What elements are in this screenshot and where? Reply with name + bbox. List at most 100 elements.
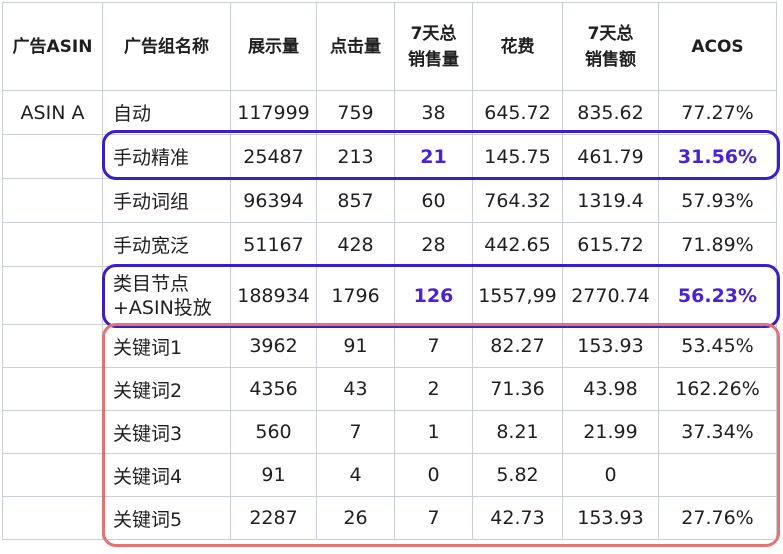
header-clicks: 点击量 (316, 2, 395, 91)
cell-acos: 77.27% (658, 90, 777, 135)
table-row: 关键词2 4356 43 2 71.36 43.98 162.26% (2, 367, 777, 411)
table-row: 手动词组 96394 857 60 764.32 1319.4 57.93% (2, 178, 777, 223)
table-row: 关键词4 91 4 0 5.82 0 (2, 453, 777, 497)
cell-ad-group: 自动 (102, 90, 231, 135)
table-row: 手动宽泛 51167 428 28 442.65 615.72 71.89% (2, 222, 777, 267)
cell-clicks: 857 (316, 178, 395, 223)
header-impressions: 展示量 (230, 2, 317, 91)
cell-units: 7 (394, 496, 473, 540)
cell-spend: 764.32 (472, 178, 563, 223)
cell-sales: 0 (562, 453, 659, 497)
cell-ad-group: 关键词5 (102, 496, 231, 540)
header-ad-group-name: 广告组名称 (102, 2, 231, 91)
cell-units-highlight: 126 (394, 266, 473, 325)
cell-units: 7 (394, 324, 473, 368)
cell-asin (2, 453, 103, 497)
cell-ad-group: 类目节点 +ASIN投放 (102, 266, 231, 325)
cell-ad-group: 手动词组 (102, 178, 231, 223)
table-row: 关键词5 2287 26 7 42.73 153.93 27.76% (2, 496, 777, 540)
cell-sales: 1319.4 (562, 178, 659, 223)
cell-ad-group: 关键词1 (102, 324, 231, 368)
cell-spend: 5.82 (472, 453, 563, 497)
header-7day-units: 7天总 销售量 (394, 2, 473, 91)
header-7day-sales: 7天总 销售额 (562, 2, 659, 91)
cell-asin (2, 410, 103, 454)
cell-acos: 53.45% (658, 324, 777, 368)
cell-asin (2, 367, 103, 411)
cell-clicks: 213 (316, 134, 395, 179)
cell-impressions: 188934 (230, 266, 317, 325)
cell-acos (658, 453, 777, 497)
cell-clicks: 428 (316, 222, 395, 267)
cell-units-highlight: 21 (394, 134, 473, 179)
cell-ad-group: 关键词2 (102, 367, 231, 411)
cell-acos: 57.93% (658, 178, 777, 223)
cell-clicks: 26 (316, 496, 395, 540)
table-row: 关键词3 560 7 1 8.21 21.99 37.34% (2, 410, 777, 454)
cell-clicks: 4 (316, 453, 395, 497)
table-row: 关键词1 3962 91 7 82.27 153.93 53.45% (2, 324, 777, 368)
cell-impressions: 3962 (230, 324, 317, 368)
table-row: 手动精准 25487 213 21 145.75 461.79 31.56% (2, 134, 777, 179)
cell-asin (2, 178, 103, 223)
cell-asin (2, 324, 103, 368)
cell-impressions: 117999 (230, 90, 317, 135)
cell-asin: ASIN A (2, 90, 103, 135)
cell-spend: 145.75 (472, 134, 563, 179)
cell-acos: 162.26% (658, 367, 777, 411)
table-row: 类目节点 +ASIN投放 188934 1796 126 1557,99 277… (2, 266, 777, 325)
cell-asin (2, 496, 103, 540)
table-row: ASIN A 自动 117999 759 38 645.72 835.62 77… (2, 90, 777, 135)
cell-units: 0 (394, 453, 473, 497)
cell-ad-group: 关键词4 (102, 453, 231, 497)
cell-spend: 1557,99 (472, 266, 563, 325)
cell-clicks: 759 (316, 90, 395, 135)
header-ad-asin: 广告ASIN (2, 2, 103, 91)
header-acos: ACOS (658, 2, 777, 91)
cell-ad-group: 手动宽泛 (102, 222, 231, 267)
cell-sales: 43.98 (562, 367, 659, 411)
cell-units: 2 (394, 367, 473, 411)
cell-acos: 71.89% (658, 222, 777, 267)
cell-asin (2, 222, 103, 267)
ad-report-table: 广告ASIN 广告组名称 展示量 点击量 7天总 销售量 花费 7天总 销售额 … (2, 2, 777, 540)
cell-units: 1 (394, 410, 473, 454)
cell-asin (2, 134, 103, 179)
cell-units: 60 (394, 178, 473, 223)
cell-sales: 461.79 (562, 134, 659, 179)
cell-spend: 71.36 (472, 367, 563, 411)
cell-ad-group: 手动精准 (102, 134, 231, 179)
cell-acos: 27.76% (658, 496, 777, 540)
cell-sales: 153.93 (562, 324, 659, 368)
cell-clicks: 91 (316, 324, 395, 368)
cell-spend: 8.21 (472, 410, 563, 454)
cell-impressions: 560 (230, 410, 317, 454)
cell-acos-highlight: 31.56% (658, 134, 777, 179)
cell-acos: 37.34% (658, 410, 777, 454)
header-spend: 花费 (472, 2, 563, 91)
cell-units: 38 (394, 90, 473, 135)
cell-spend: 442.65 (472, 222, 563, 267)
cell-impressions: 96394 (230, 178, 317, 223)
table-header-row: 广告ASIN 广告组名称 展示量 点击量 7天总 销售量 花费 7天总 销售额 … (2, 2, 777, 91)
cell-impressions: 51167 (230, 222, 317, 267)
cell-clicks: 43 (316, 367, 395, 411)
cell-ad-group: 关键词3 (102, 410, 231, 454)
cell-asin (2, 266, 103, 325)
cell-spend: 645.72 (472, 90, 563, 135)
cell-impressions: 4356 (230, 367, 317, 411)
cell-sales: 21.99 (562, 410, 659, 454)
cell-impressions: 2287 (230, 496, 317, 540)
cell-clicks: 1796 (316, 266, 395, 325)
cell-clicks: 7 (316, 410, 395, 454)
cell-spend: 42.73 (472, 496, 563, 540)
cell-sales: 2770.74 (562, 266, 659, 325)
cell-sales: 615.72 (562, 222, 659, 267)
cell-acos-highlight: 56.23% (658, 266, 777, 325)
cell-units: 28 (394, 222, 473, 267)
cell-sales: 153.93 (562, 496, 659, 540)
cell-sales: 835.62 (562, 90, 659, 135)
cell-impressions: 25487 (230, 134, 317, 179)
cell-impressions: 91 (230, 453, 317, 497)
cell-spend: 82.27 (472, 324, 563, 368)
